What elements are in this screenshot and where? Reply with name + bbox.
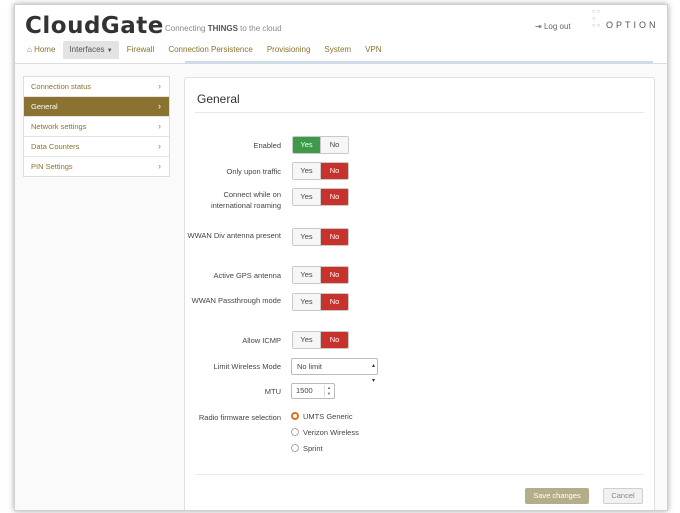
nav-item-vpn[interactable]: VPN	[359, 41, 387, 59]
mtu-value: 1500	[296, 386, 313, 395]
page-title: General	[197, 92, 240, 106]
sidebar-item-data-counters[interactable]: Data Counters ›	[24, 137, 169, 157]
only-upon-traffic-yes-button[interactable]: Yes	[293, 163, 320, 179]
nav-item-interfaces[interactable]: Interfaces ▼	[63, 41, 119, 59]
wwan-passthrough-no-button[interactable]: No	[320, 294, 348, 310]
chevron-right-icon: ›	[158, 81, 161, 91]
sidebar-item-network-settings[interactable]: Network settings ›	[24, 117, 169, 137]
sidebar-item-general[interactable]: General ›	[24, 97, 169, 117]
main-nav: ⌂ Home Interfaces ▼ Firewall Connection …	[21, 41, 390, 59]
select-arrows-icon: ▴ ▾	[371, 363, 375, 384]
radio-firmware-label: Radio firmware selection	[198, 413, 281, 422]
sidebar-item-label: General	[31, 102, 58, 111]
home-icon: ⌂	[27, 45, 32, 54]
radio-option-label: Sprint	[303, 444, 323, 453]
sidebar-item-label: Data Counters	[31, 142, 80, 151]
gps-antenna-no-button[interactable]: No	[320, 267, 348, 283]
enabled-yes-button[interactable]: Yes	[293, 137, 320, 153]
option-brand-name: OPTION	[606, 20, 659, 30]
tagline: Connecting THINGS to the cloud	[165, 24, 282, 33]
logout-icon: ⇥	[535, 22, 542, 31]
top-header: CloudGate Connecting THINGS to the cloud…	[15, 5, 667, 64]
cloudgate-logo: CloudGate	[25, 13, 164, 39]
gps-antenna-yes-button[interactable]: Yes	[293, 267, 320, 283]
wwan-passthrough-yes-button[interactable]: Yes	[293, 294, 320, 310]
footer-divider	[195, 474, 644, 475]
wwan-div-antenna-label: WWAN Div antenna present	[187, 231, 281, 240]
wwan-passthrough-label: WWAN Passthrough mode	[191, 296, 281, 305]
allow-icmp-label: Allow ICMP	[242, 336, 281, 345]
roaming-no-button[interactable]: No	[320, 189, 348, 205]
wwan-div-antenna-yes-button[interactable]: Yes	[293, 229, 320, 245]
tagline-post: to the cloud	[237, 24, 282, 33]
sidebar: Connection status › General › Network se…	[23, 76, 170, 177]
nav-item-system[interactable]: System	[318, 41, 357, 59]
radio-unselected-icon	[291, 444, 299, 452]
only-upon-traffic-no-button[interactable]: No	[320, 163, 348, 179]
logout-link[interactable]: ⇥ Log out	[535, 22, 571, 31]
only-upon-traffic-toggle: Yes No	[292, 162, 349, 180]
radio-unselected-icon	[291, 428, 299, 436]
only-upon-traffic-label: Only upon traffic	[226, 167, 281, 176]
general-settings-panel: General Enabled Yes No Only upon traffic…	[184, 77, 655, 510]
sidebar-item-pin-settings[interactable]: PIN Settings ›	[24, 157, 169, 176]
logout-label: Log out	[543, 22, 571, 31]
allow-icmp-no-button[interactable]: No	[320, 332, 348, 348]
wwan-div-antenna-no-button[interactable]: No	[320, 229, 348, 245]
radio-selected-icon	[291, 412, 299, 420]
gps-antenna-toggle: Yes No	[292, 266, 349, 284]
save-changes-button[interactable]: Save changes	[525, 488, 589, 504]
subnav-strip	[185, 61, 653, 64]
radio-option-umts-generic[interactable]: UMTS Generic	[291, 411, 353, 423]
wireless-mode-select[interactable]: No limit ▴ ▾	[291, 358, 378, 384]
sidebar-item-label: Connection status	[31, 82, 92, 91]
option-logo: ○○ ○ ○○ OPTION	[592, 9, 662, 39]
enabled-label: Enabled	[253, 141, 281, 150]
spinner-icon[interactable]: ▲ ▼	[324, 385, 333, 397]
sidebar-item-label: Network settings	[31, 122, 87, 131]
app-window: CloudGate Connecting THINGS to the cloud…	[14, 4, 668, 511]
radio-option-label: UMTS Generic	[303, 412, 353, 421]
mtu-input[interactable]: 1500 ▲ ▼	[291, 383, 335, 399]
cancel-button[interactable]: Cancel	[603, 488, 643, 504]
nav-item-interfaces-label: Interfaces	[69, 45, 105, 54]
option-dots-icon: ○○ ○ ○○	[592, 9, 602, 29]
gps-antenna-label: Active GPS antenna	[213, 271, 281, 280]
caret-down-icon: ▼	[106, 48, 113, 54]
wireless-mode-label: Limit Wireless Mode	[213, 362, 281, 371]
roaming-label: Connect while on international roaming	[210, 190, 281, 210]
radio-option-sprint[interactable]: Sprint	[291, 443, 323, 455]
nav-item-provisioning[interactable]: Provisioning	[261, 41, 317, 59]
radio-option-verizon-wireless[interactable]: Verizon Wireless	[291, 427, 359, 439]
wwan-passthrough-toggle: Yes No	[292, 293, 349, 311]
chevron-right-icon: ›	[158, 121, 161, 131]
nav-item-firewall[interactable]: Firewall	[121, 41, 161, 59]
mtu-label: MTU	[264, 387, 281, 396]
wwan-div-antenna-toggle: Yes No	[292, 228, 349, 246]
sidebar-item-label: PIN Settings	[31, 162, 73, 171]
sidebar-item-connection-status[interactable]: Connection status ›	[24, 77, 169, 97]
wireless-mode-value: No limit	[297, 362, 323, 371]
enabled-no-button[interactable]: No	[320, 137, 348, 153]
roaming-toggle: Yes No	[292, 188, 349, 206]
allow-icmp-toggle: Yes No	[292, 331, 349, 349]
allow-icmp-yes-button[interactable]: Yes	[293, 332, 320, 348]
nav-item-home[interactable]: ⌂ Home	[21, 41, 61, 59]
radio-option-label: Verizon Wireless	[303, 428, 359, 437]
title-divider	[195, 112, 644, 113]
chevron-right-icon: ›	[158, 101, 161, 111]
tagline-pre: Connecting	[165, 24, 208, 33]
nav-item-connection-persistence[interactable]: Connection Persistence	[162, 41, 259, 59]
roaming-yes-button[interactable]: Yes	[293, 189, 320, 205]
tagline-bold: THINGS	[207, 24, 238, 33]
chevron-right-icon: ›	[158, 161, 161, 171]
nav-item-home-label: Home	[34, 45, 56, 54]
chevron-right-icon: ›	[158, 141, 161, 151]
enabled-toggle: Yes No	[292, 136, 349, 154]
